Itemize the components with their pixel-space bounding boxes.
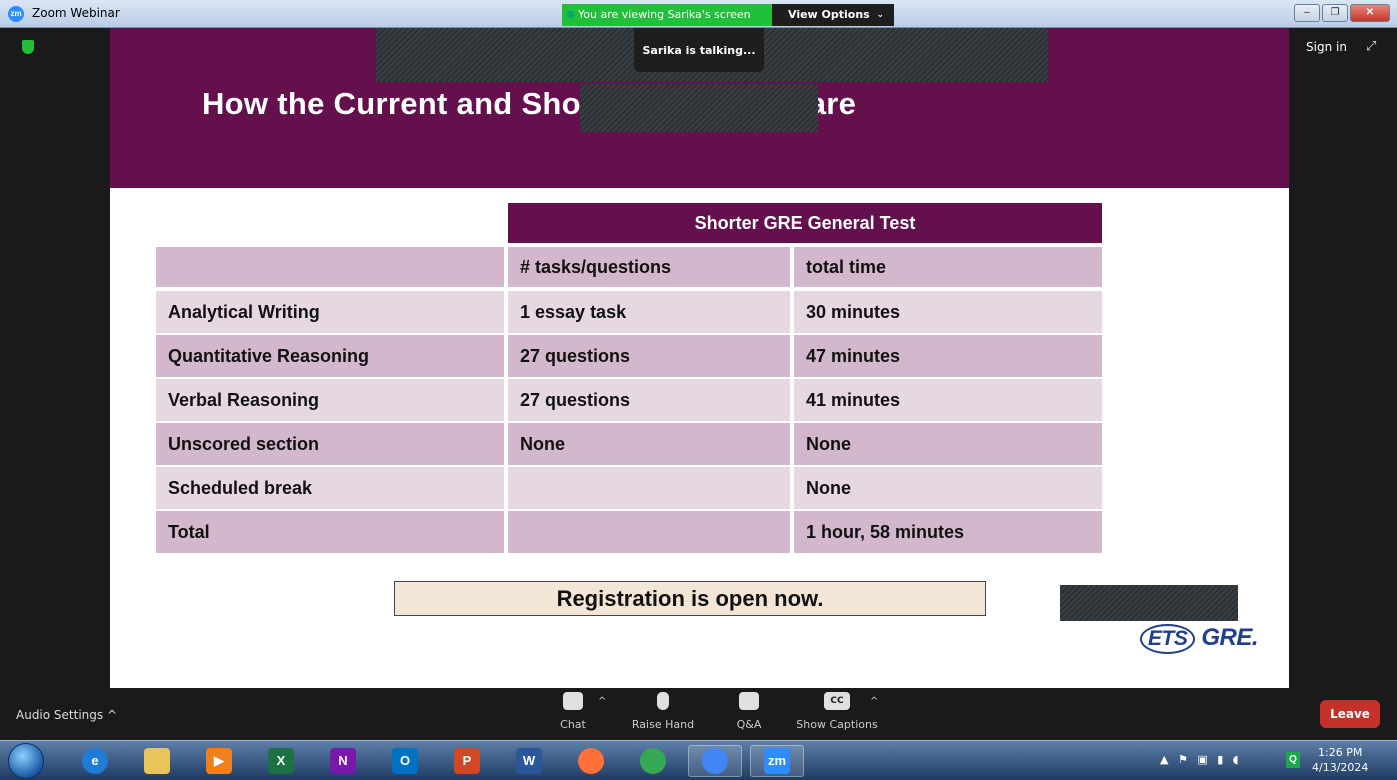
table-cell: Total <box>156 511 504 553</box>
table-cell: None <box>794 423 1102 465</box>
audio-settings-button[interactable]: Audio Settings ^ <box>16 708 117 722</box>
taskbar-powerpoint-button[interactable]: P <box>440 745 494 777</box>
table-group-header: Shorter GRE General Test <box>508 203 1102 243</box>
file-explorer-icon <box>144 748 170 774</box>
show-captions-button[interactable]: CC ^ Show Captions <box>792 692 882 731</box>
taskbar-word-button[interactable]: W <box>502 745 556 777</box>
viewing-screen-text: You are viewing Sarika's screen <box>578 8 751 21</box>
meeting-toolbar: Audio Settings ^ ^ Chat Raise Hand Q&A C… <box>0 688 1397 740</box>
taskbar-onenote-button[interactable]: N <box>316 745 370 777</box>
redacted-region <box>580 84 818 132</box>
maximize-button[interactable]: ❐ <box>1322 4 1348 22</box>
view-options-label: View Options <box>788 8 870 21</box>
excel-icon: X <box>268 748 294 774</box>
gre-logo-text: GRE. <box>1201 624 1259 651</box>
chrome-profile-icon <box>702 748 728 774</box>
chrome-icon <box>640 748 666 774</box>
taskbar-outlook-button[interactable]: O <box>378 745 432 777</box>
qa-button[interactable]: Q&A <box>704 692 794 731</box>
table-cell: 30 minutes <box>794 291 1102 333</box>
table-column-header: total time <box>794 247 1102 287</box>
registration-notice: Registration is open now. <box>394 581 986 616</box>
chat-icon <box>563 692 583 710</box>
media-player-icon: ▶ <box>206 748 232 774</box>
system-tray-icons[interactable]: ▲ ⚑ ▣ ▮ ◖ <box>1160 753 1242 766</box>
table-cell <box>508 511 790 553</box>
viewing-screen-banner: You are viewing Sarika's screen <box>562 4 772 26</box>
internet-explorer-icon: e <box>82 748 108 774</box>
taskbar-chrome-profile-button[interactable] <box>688 745 742 777</box>
window-title-bar: zm Zoom Webinar You are viewing Sarika's… <box>0 0 1397 28</box>
table-cell: 1 essay task <box>508 291 790 333</box>
powerpoint-icon: P <box>454 748 480 774</box>
meeting-area: Sign in ⤢ How the Current and Shorter GR… <box>0 28 1397 688</box>
taskbar-firefox-button[interactable] <box>564 745 618 777</box>
table-cell: 1 hour, 58 minutes <box>794 511 1102 553</box>
table-cell: Unscored section <box>156 423 504 465</box>
outlook-icon: O <box>392 748 418 774</box>
leave-button[interactable]: Leave <box>1320 700 1380 728</box>
table-cell: Analytical Writing <box>156 291 504 333</box>
close-button[interactable]: ✕ <box>1350 4 1390 22</box>
taskbar-chrome-button[interactable] <box>626 745 680 777</box>
table-cell: None <box>794 467 1102 509</box>
cc-icon: CC <box>824 692 850 710</box>
taskbar-clock[interactable]: 1:26 PM 4/13/2024 <box>1312 745 1368 775</box>
tray-q-icon[interactable]: Q <box>1286 752 1300 768</box>
caret-up-icon: ^ <box>106 708 118 722</box>
table-cell: 47 minutes <box>794 335 1102 377</box>
taskbar-file-explorer-button[interactable] <box>130 745 184 777</box>
table-cell: Quantitative Reasoning <box>156 335 504 377</box>
security-shield-icon[interactable] <box>22 40 34 54</box>
hand-icon <box>657 692 669 710</box>
zoom-icon: zm <box>764 748 790 774</box>
word-icon: W <box>516 748 542 774</box>
minimize-button[interactable]: – <box>1294 4 1320 22</box>
fullscreen-icon[interactable]: ⤢ <box>1366 38 1376 54</box>
clock-time: 1:26 PM <box>1318 746 1363 759</box>
table-cell: Verbal Reasoning <box>156 379 504 421</box>
window-title: Zoom Webinar <box>32 6 120 20</box>
chat-label: Chat <box>560 718 586 731</box>
qa-label: Q&A <box>736 718 762 731</box>
screen-share-icon <box>567 11 574 18</box>
table-cell: 27 questions <box>508 379 790 421</box>
caret-up-icon[interactable]: ^ <box>870 696 878 707</box>
active-speaker-indicator: Sarika is talking... <box>634 28 764 72</box>
show-captions-label: Show Captions <box>796 718 878 731</box>
taskbar-internet-explorer-button[interactable]: e <box>68 745 122 777</box>
raise-hand-button[interactable]: Raise Hand <box>618 692 708 731</box>
chevron-down-icon: ⌄ <box>876 10 884 20</box>
qa-icon <box>739 692 759 710</box>
audio-settings-label: Audio Settings <box>16 708 104 722</box>
table-cell: 41 minutes <box>794 379 1102 421</box>
clock-date: 4/13/2024 <box>1312 761 1369 774</box>
table-cell <box>508 467 790 509</box>
caret-up-icon[interactable]: ^ <box>598 696 606 707</box>
table-cell: 27 questions <box>508 335 790 377</box>
shared-screen-slide: How the Current and Shorter GRE Compare … <box>110 28 1289 688</box>
ets-logo-text: ETS <box>1140 624 1196 654</box>
ets-gre-logo: ETS GRE. <box>1140 624 1259 654</box>
taskbar-media-player-button[interactable]: ▶ <box>192 745 246 777</box>
start-button-icon[interactable] <box>8 743 44 779</box>
windows-taskbar: e ▶ X N O P Wzm ▲ ⚑ ▣ ▮ ◖ Q 1:26 PM 4/13/2024 <box>0 740 1397 780</box>
table-column-header: # tasks/questions <box>508 247 790 287</box>
onenote-icon: N <box>330 748 356 774</box>
table-column-header <box>156 247 504 287</box>
raise-hand-label: Raise Hand <box>631 718 695 731</box>
zoom-app-icon: zm <box>8 6 24 22</box>
table-cell: Scheduled break <box>156 467 504 509</box>
table-cell: None <box>508 423 790 465</box>
view-options-button[interactable]: View Options ⌄ <box>772 4 894 26</box>
taskbar-zoom-button[interactable]: zm <box>750 745 804 777</box>
chat-button[interactable]: ^ Chat <box>528 692 618 731</box>
firefox-icon <box>578 748 604 774</box>
taskbar-excel-button[interactable]: X <box>254 745 308 777</box>
redacted-region <box>1060 585 1238 621</box>
sign-in-link[interactable]: Sign in <box>1306 40 1347 54</box>
